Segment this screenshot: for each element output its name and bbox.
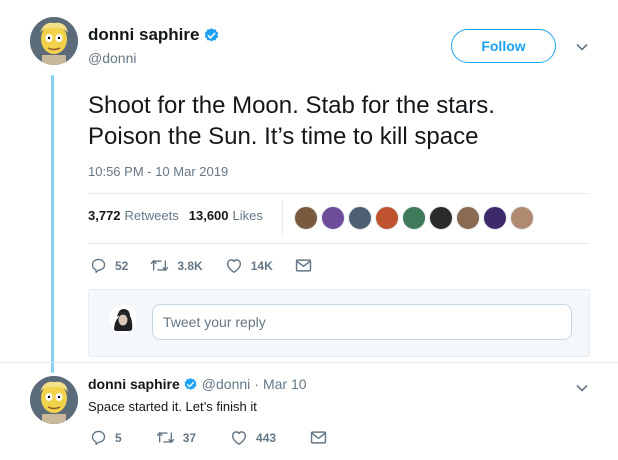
liker-avatar[interactable]: [321, 206, 345, 230]
retweets-count: 3,772: [88, 208, 121, 223]
like-button[interactable]: 14K: [225, 257, 273, 274]
follow-button[interactable]: Follow: [451, 29, 556, 63]
avatar[interactable]: [30, 17, 78, 65]
stats-separator: [282, 199, 283, 235]
like-button[interactable]: 443: [230, 429, 276, 446]
tweet-timestamp[interactable]: 10:56 PM - 10 Mar 2019: [88, 164, 228, 179]
chevron-down-icon[interactable]: [576, 43, 588, 51]
liker-avatar[interactable]: [483, 206, 507, 230]
tweet-text-line: Poison the Sun. It’s time to kill space: [88, 123, 479, 150]
direct-message-button[interactable]: [310, 430, 327, 445]
tweet-stats: 3,772 Retweets 13,600 Likes: [88, 208, 263, 223]
chevron-down-icon[interactable]: [576, 384, 588, 392]
retweets-label: Retweets: [124, 208, 179, 223]
liker-avatar[interactable]: [456, 206, 480, 230]
retweet-icon: [151, 260, 169, 271]
divider: [88, 193, 590, 194]
direct-message-button[interactable]: [295, 258, 312, 273]
tweet-text: Shoot for the Moon. Stab for the stars. …: [88, 90, 588, 152]
reply-icon: [91, 258, 106, 274]
reply-author-display-name[interactable]: donni saphire: [88, 376, 180, 392]
liker-avatar[interactable]: [429, 206, 453, 230]
retweets-stat[interactable]: 3,772 Retweets: [88, 208, 179, 223]
retweet-button[interactable]: 3.8K: [150, 257, 203, 274]
reply-tweet-header: donni saphire @donni · Mar 10: [88, 376, 307, 392]
reply-timestamp[interactable]: Mar 10: [263, 376, 307, 392]
like-count: 443: [256, 430, 277, 445]
verified-badge-icon: [184, 377, 197, 390]
likes-stat[interactable]: 13,600 Likes: [189, 208, 263, 223]
author-name-row: donni saphire: [88, 25, 220, 45]
retweet-button[interactable]: 37: [156, 429, 196, 446]
tweet-text-line: Shoot for the Moon. Stab for the stars.: [88, 92, 495, 119]
tweet-actions: 52 3.8K 14K: [90, 257, 312, 274]
reply-composer: [88, 289, 590, 357]
message-icon: [295, 259, 311, 272]
likes-count: 13,600: [188, 208, 229, 223]
retweet-count: 37: [182, 430, 197, 445]
like-count: 14K: [250, 258, 273, 273]
reply-button[interactable]: 5: [90, 429, 122, 446]
liker-avatar[interactable]: [402, 206, 426, 230]
reply-count: 52: [115, 258, 129, 273]
divider: [88, 243, 590, 244]
current-user-avatar: [109, 305, 137, 333]
retweet-count: 3.8K: [177, 258, 203, 273]
reply-count: 5: [115, 430, 122, 445]
like-icon: [231, 431, 247, 445]
retweet-icon: [156, 432, 174, 443]
reply-button[interactable]: 52: [90, 257, 128, 274]
reply-author-handle[interactable]: @donni: [202, 376, 250, 392]
liker-avatar[interactable]: [348, 206, 372, 230]
reply-tweet-text: Space started it. Let’s finish it: [88, 399, 257, 414]
divider: [0, 362, 618, 363]
author-display-name[interactable]: donni saphire: [88, 25, 199, 45]
liker-avatar[interactable]: [294, 206, 318, 230]
likes-label: Likes: [232, 208, 263, 223]
header-separator: ·: [254, 376, 259, 392]
author-handle[interactable]: @donni: [88, 50, 136, 66]
like-icon: [226, 259, 241, 273]
avatar[interactable]: [30, 376, 78, 424]
thread-connector-line: [51, 75, 54, 373]
reply-input[interactable]: [152, 304, 572, 340]
message-icon: [310, 431, 327, 444]
liker-avatar[interactable]: [375, 206, 399, 230]
verified-badge-icon: [205, 27, 219, 42]
reply-icon: [91, 430, 106, 446]
reply-tweet-actions: 5 37 443: [90, 429, 327, 446]
liker-avatars: [294, 206, 537, 230]
liker-avatar[interactable]: [510, 206, 534, 230]
